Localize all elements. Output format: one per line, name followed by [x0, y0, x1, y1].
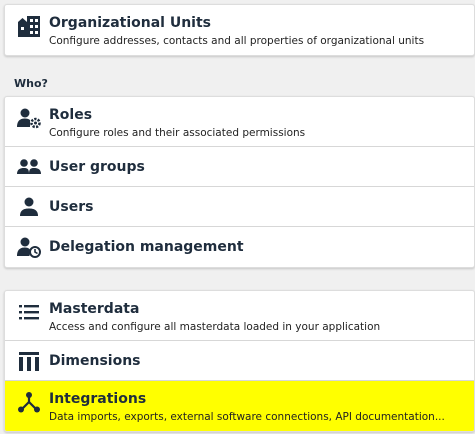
menu-item-org-units[interactable]: Organizational Units Configure addresses…: [5, 5, 474, 55]
menu-item-roles[interactable]: Roles Configure roles and their associat…: [5, 97, 474, 147]
masterdata-title: Masterdata: [49, 301, 140, 317]
dimensions-icon: [17, 350, 41, 372]
user-icon: [17, 196, 41, 218]
org-units-card: Organizational Units Configure addresses…: [4, 4, 475, 56]
org-units-title: Organizational Units: [49, 15, 211, 31]
user-clock-icon: [17, 236, 41, 258]
menu-item-integrations[interactable]: Integrations Data imports, exports, exte…: [5, 381, 474, 431]
menu-item-user-groups[interactable]: User groups: [5, 147, 474, 187]
building-icon: [17, 15, 41, 37]
users-title: Users: [49, 199, 94, 215]
user-group-icon: [17, 156, 41, 178]
masterdata-description: Access and configure all masterdata load…: [49, 321, 381, 333]
who-section-label: Who?: [14, 77, 48, 90]
user-groups-title: User groups: [49, 159, 145, 175]
menu-item-delegation-management[interactable]: Delegation management: [5, 227, 474, 267]
data-card: Masterdata Access and configure all mast…: [4, 290, 475, 432]
integration-icon: [17, 391, 41, 413]
user-gear-icon: [17, 107, 41, 129]
delegation-management-title: Delegation management: [49, 239, 244, 255]
menu-item-dimensions[interactable]: Dimensions: [5, 341, 474, 381]
menu-item-masterdata[interactable]: Masterdata Access and configure all mast…: [5, 291, 474, 341]
roles-title: Roles: [49, 107, 93, 123]
who-card: Roles Configure roles and their associat…: [4, 96, 475, 268]
menu-item-users[interactable]: Users: [5, 187, 474, 227]
roles-description: Configure roles and their associated per…: [49, 127, 306, 139]
dimensions-title: Dimensions: [49, 353, 141, 369]
list-icon: [17, 301, 41, 323]
integrations-title: Integrations: [49, 391, 147, 407]
settings-page: Organizational Units Configure addresses…: [0, 0, 475, 434]
integrations-description: Data imports, exports, external software…: [49, 411, 445, 423]
org-units-description: Configure addresses, contacts and all pr…: [49, 35, 425, 47]
